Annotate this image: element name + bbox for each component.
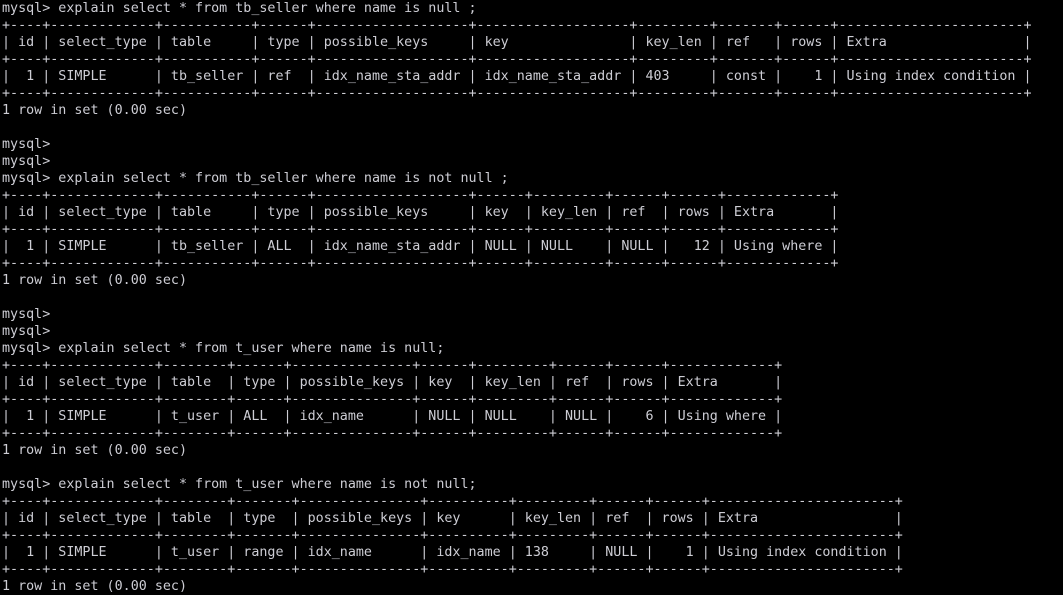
terminal-line: mysql> <box>2 307 51 322</box>
terminal-line: | id | select_type | table | type | poss… <box>2 35 1032 50</box>
terminal-line: | 1 | SIMPLE | t_user | ALL | idx_name |… <box>2 409 783 424</box>
terminal-line: +----+-------------+-----------+------+-… <box>2 18 1032 33</box>
terminal-line: +----+-------------+--------+------+----… <box>2 426 783 441</box>
terminal-line: | 1 | SIMPLE | t_user | range | idx_name… <box>2 545 903 560</box>
terminal-line: +----+-------------+-----------+------+-… <box>2 52 1032 67</box>
terminal-line: | id | select_type | table | type | poss… <box>2 205 839 220</box>
terminal-line: 1 row in set (0.00 sec) <box>2 443 187 458</box>
terminal-line: mysql> explain select * from tb_seller w… <box>2 1 477 16</box>
terminal-line: +----+-------------+-----------+------+-… <box>2 86 1032 101</box>
terminal-line: +----+-------------+--------+-------+---… <box>2 528 903 543</box>
terminal-line: 1 row in set (0.00 sec) <box>2 103 187 118</box>
terminal-line: 1 row in set (0.00 sec) <box>2 273 187 288</box>
terminal-line: +----+-------------+--------+------+----… <box>2 392 783 407</box>
terminal-line: +----+-------------+-----------+------+-… <box>2 188 839 203</box>
terminal-line: mysql> <box>2 154 51 169</box>
terminal-line: mysql> explain select * from t_user wher… <box>2 477 477 492</box>
terminal-line: mysql> explain select * from tb_seller w… <box>2 171 509 186</box>
terminal-line: 1 row in set (0.00 sec) <box>2 579 187 594</box>
terminal-line: | 1 | SIMPLE | tb_seller | ALL | idx_nam… <box>2 239 839 254</box>
terminal-line: +----+-------------+-----------+------+-… <box>2 222 839 237</box>
terminal-line: mysql> <box>2 137 51 152</box>
terminal-line: | id | select_type | table | type | poss… <box>2 511 903 526</box>
terminal-line: mysql> <box>2 324 51 339</box>
terminal-output[interactable]: mysql> explain select * from tb_seller w… <box>0 0 1063 595</box>
terminal-line: +----+-------------+-----------+------+-… <box>2 256 839 271</box>
terminal-line: +----+-------------+--------+-------+---… <box>2 494 903 509</box>
terminal-line: +----+-------------+--------+------+----… <box>2 358 783 373</box>
terminal-line: +----+-------------+--------+-------+---… <box>2 562 903 577</box>
terminal-line: | id | select_type | table | type | poss… <box>2 375 783 390</box>
terminal-line: mysql> explain select * from t_user wher… <box>2 341 445 356</box>
terminal-line: | 1 | SIMPLE | tb_seller | ref | idx_nam… <box>2 69 1032 84</box>
